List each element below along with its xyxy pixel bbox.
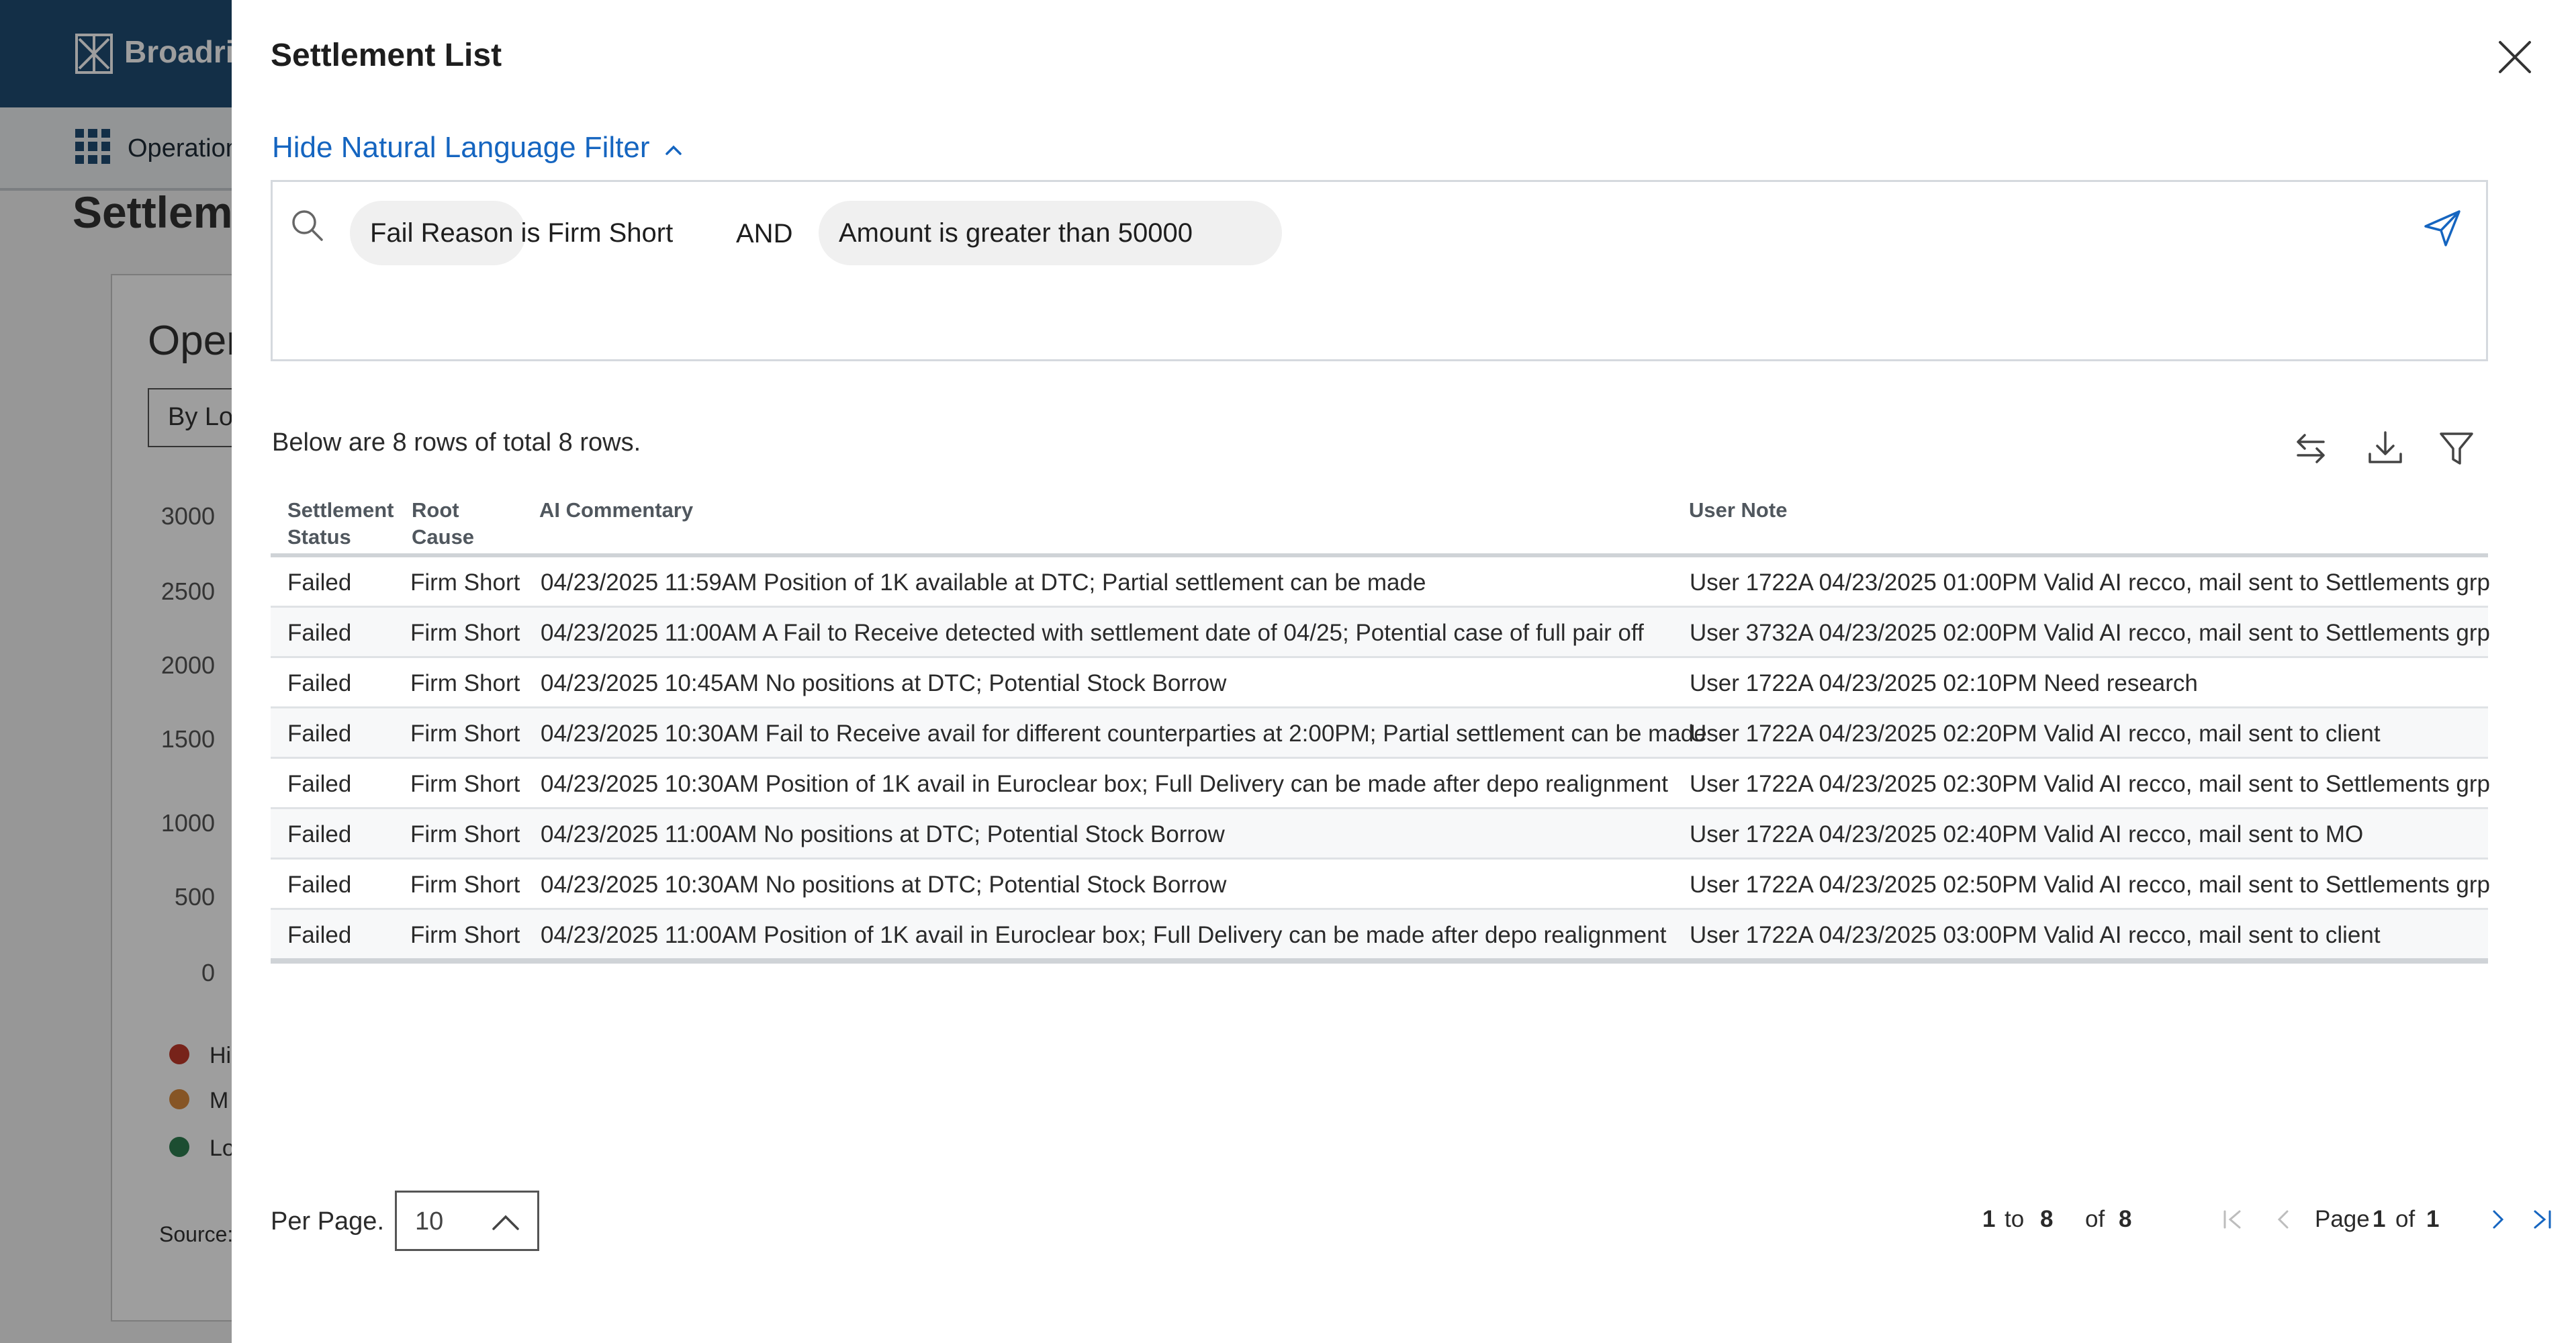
cell-root-cause: Firm Short: [410, 821, 520, 847]
cell-user-note: User 1722A 04/23/2025 02:50PM Valid AI r…: [1690, 872, 2490, 898]
chevron-up-icon: [492, 1215, 519, 1230]
cell-ai-commentary: 04/23/2025 11:00AM A Fail to Receive det…: [541, 620, 1644, 646]
header-root-cause[interactable]: Root Cause: [412, 497, 512, 551]
table-row[interactable]: Failed Firm Short 04/23/2025 10:30AM Fai…: [271, 708, 2488, 759]
rows-summary-text: Below are 8 rows of total 8 rows.: [272, 428, 641, 457]
range-of-label: of: [2085, 1206, 2105, 1232]
cell-ai-commentary: 04/23/2025 11:59AM Position of 1K availa…: [541, 569, 1426, 596]
header-settlement-status[interactable]: Settlement Status: [287, 497, 422, 551]
cell-status: Failed: [287, 771, 352, 797]
cell-status: Failed: [287, 620, 352, 646]
cell-ai-commentary: 04/23/2025 10:30AM No positions at DTC; …: [541, 872, 1227, 898]
table-row[interactable]: Failed Firm Short 04/23/2025 10:45AM No …: [271, 658, 2488, 708]
last-page-icon[interactable]: [2528, 1206, 2555, 1233]
table-row[interactable]: Failed Firm Short 04/23/2025 10:30AM Pos…: [271, 759, 2490, 809]
per-page-value: 10: [415, 1207, 444, 1236]
cell-status: Failed: [287, 922, 352, 948]
cell-ai-commentary: 04/23/2025 10:30AM Fail to Receive avail…: [541, 721, 1707, 747]
hide-nl-filter-link[interactable]: Hide Natural Language Filter: [272, 131, 650, 165]
table-row[interactable]: Failed Firm Short 04/23/2025 11:00AM A F…: [271, 608, 2490, 658]
cell-ai-commentary: 04/23/2025 11:00AM No positions at DTC; …: [541, 821, 1225, 847]
per-page-label: Per Page.: [271, 1207, 384, 1236]
cell-user-note: User 1722A 04/23/2025 03:00PM Valid AI r…: [1690, 922, 2381, 948]
page-of-label: of: [2395, 1206, 2416, 1232]
search-icon: [292, 210, 323, 241]
cell-user-note: User 1722A 04/23/2025 02:10PM Need resea…: [1690, 670, 2198, 696]
cell-ai-commentary: 04/23/2025 10:30AM Position of 1K avail …: [541, 771, 1669, 797]
download-icon[interactable]: [2364, 427, 2406, 469]
per-page-select[interactable]: 10: [395, 1191, 539, 1251]
table-row[interactable]: Failed Firm Short 04/23/2025 11:59AM Pos…: [271, 557, 2490, 608]
cell-status: Failed: [287, 721, 352, 747]
table-body: Failed Firm Short 04/23/2025 11:59AM Pos…: [271, 557, 2490, 964]
next-page-icon[interactable]: [2485, 1206, 2512, 1233]
filter-chip[interactable]: Fail Reason is Firm Short: [350, 201, 673, 265]
cell-ai-commentary: 04/23/2025 10:45AM No positions at DTC; …: [541, 670, 1227, 696]
header-ai-commentary[interactable]: AI Commentary: [539, 497, 693, 524]
previous-page-icon[interactable]: [2270, 1206, 2297, 1233]
page-label: Page: [2315, 1206, 2370, 1232]
chevron-up-icon[interactable]: [661, 138, 686, 162]
range-to-label: to: [2005, 1206, 2025, 1232]
cell-user-note: User 3732A 04/23/2025 02:00PM Valid AI r…: [1690, 620, 2490, 646]
natural-language-filter-box[interactable]: Fail Reason is Firm Short AND Amount is …: [271, 180, 2488, 361]
table-row[interactable]: Failed Firm Short 04/23/2025 10:30AM No …: [271, 860, 2490, 910]
page-current: 1: [2373, 1206, 2386, 1232]
cell-status: Failed: [287, 569, 352, 596]
panel-title: Settlement List: [271, 38, 502, 73]
cell-user-note: User 1722A 04/23/2025 02:40PM Valid AI r…: [1690, 821, 2364, 847]
cell-status: Failed: [287, 670, 352, 696]
cell-root-cause: Firm Short: [410, 771, 520, 797]
close-icon[interactable]: [2495, 37, 2535, 77]
cell-user-note: User 1722A 04/23/2025 02:20PM Valid AI r…: [1690, 721, 2381, 747]
range-total: 8: [2119, 1206, 2132, 1232]
cell-root-cause: Firm Short: [410, 872, 520, 898]
send-icon[interactable]: [2422, 207, 2463, 249]
filter-operator: AND: [736, 219, 793, 248]
table-header: Settlement Status Root Cause AI Commenta…: [271, 485, 2488, 557]
table-row[interactable]: Failed Firm Short 04/23/2025 11:00AM Pos…: [271, 910, 2488, 964]
cell-status: Failed: [287, 821, 352, 847]
filter-chip[interactable]: Amount is greater than 50000: [819, 201, 1282, 265]
cell-user-note: User 1722A 04/23/2025 02:30PM Valid AI r…: [1690, 771, 2490, 797]
cell-root-cause: Firm Short: [410, 620, 520, 646]
cell-root-cause: Firm Short: [410, 922, 520, 948]
page-total: 1: [2426, 1206, 2440, 1232]
range-end: 8: [2040, 1206, 2054, 1232]
swap-columns-icon[interactable]: [2290, 427, 2332, 469]
cell-root-cause: Firm Short: [410, 670, 520, 696]
cell-status: Failed: [287, 872, 352, 898]
settlement-list-panel: Settlement List Hide Natural Language Fi…: [232, 0, 2576, 1343]
first-page-icon[interactable]: [2219, 1206, 2246, 1233]
filter-icon[interactable]: [2436, 427, 2477, 469]
cell-ai-commentary: 04/23/2025 11:00AM Position of 1K avail …: [541, 922, 1667, 948]
range-start: 1: [1982, 1206, 1996, 1232]
cell-root-cause: Firm Short: [410, 569, 520, 596]
table-row[interactable]: Failed Firm Short 04/23/2025 11:00AM No …: [271, 809, 2488, 860]
cell-root-cause: Firm Short: [410, 721, 520, 747]
cell-user-note: User 1722A 04/23/2025 01:00PM Valid AI r…: [1690, 569, 2490, 596]
header-user-note[interactable]: User Note: [1689, 497, 1787, 524]
